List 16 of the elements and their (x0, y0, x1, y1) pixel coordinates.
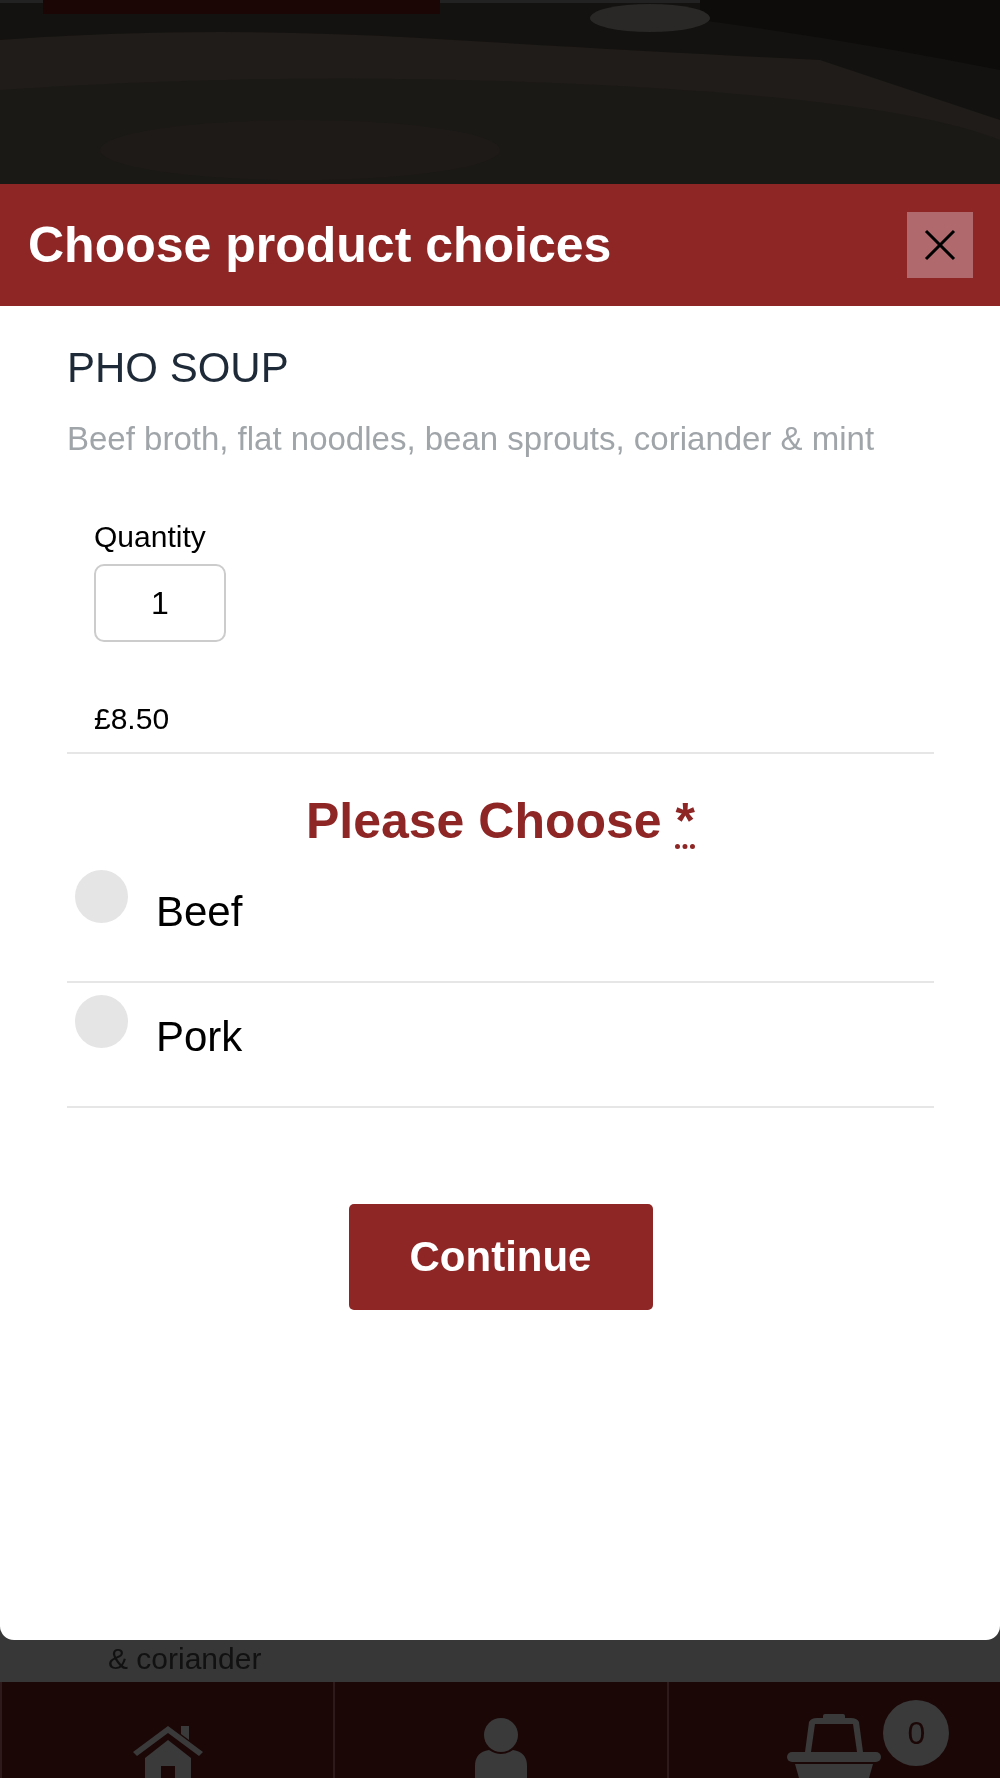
radio-button[interactable] (75, 995, 128, 1048)
quantity-field[interactable]: 1 (94, 564, 226, 642)
close-icon (924, 229, 956, 261)
product-name: PHO SOUP (67, 344, 290, 392)
radio-button[interactable] (75, 870, 128, 923)
basket-icon[interactable] (787, 1712, 882, 1778)
choice-title: Please Choose (305, 793, 663, 849)
option-label[interactable]: Pork (156, 1013, 243, 1061)
required-mark: * (675, 793, 696, 849)
close-button[interactable] (907, 212, 973, 278)
price: £8.50 (94, 702, 171, 736)
modal-title: Choose product choices (28, 216, 612, 274)
option-label[interactable]: Beef (156, 888, 243, 936)
continue-button[interactable]: Continue (348, 1204, 653, 1310)
product-description: Beef broth, flat noodles, bean sprouts, coriander & mint (67, 419, 876, 459)
quantity-label: Quantity (94, 520, 206, 554)
